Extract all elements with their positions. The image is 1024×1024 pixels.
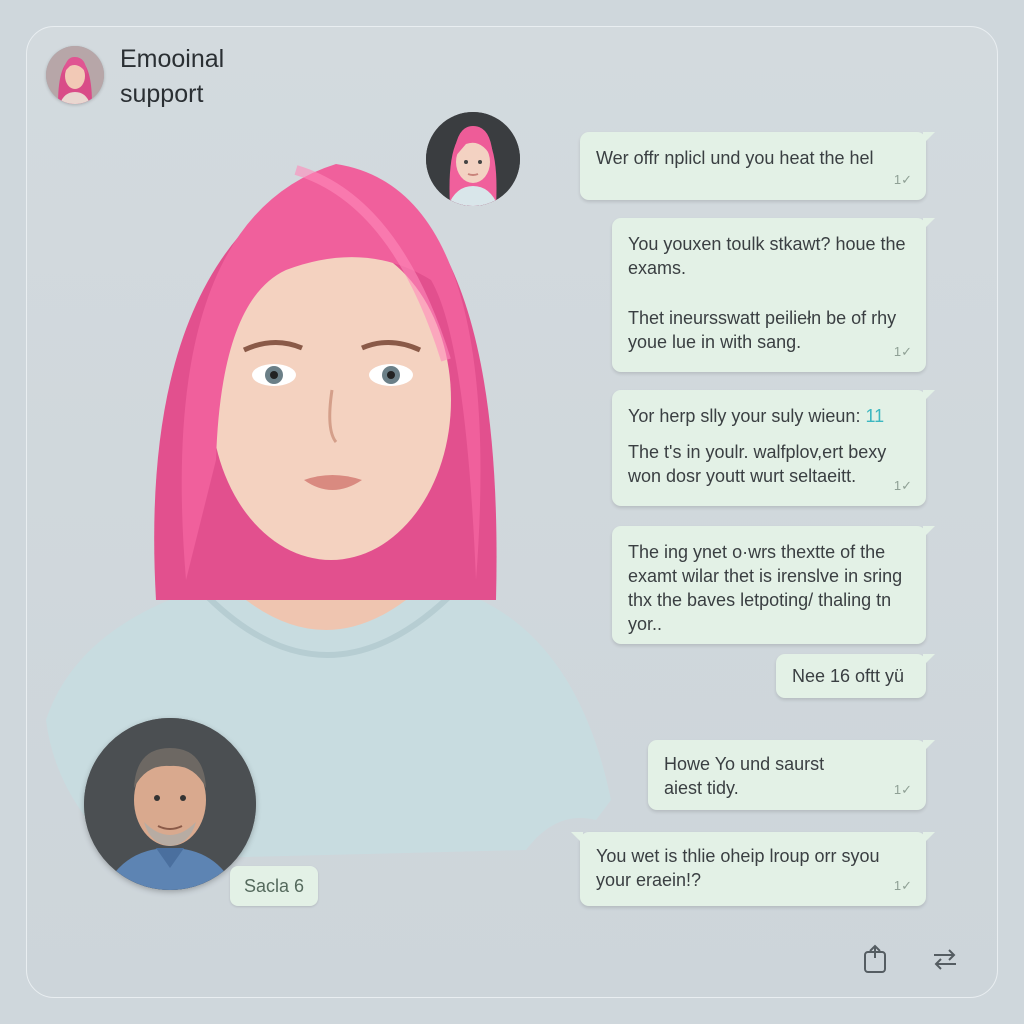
message-text: Nee 16 oftt yü	[792, 666, 905, 686]
message-text: Thet ineursswatt peiliełn be of rhy youe…	[628, 308, 897, 352]
message-bubble-7[interactable]: You wet is thlie oheip lroup orr syou yo…	[571, 832, 935, 906]
message-text: Wer offr nplicl und you heat the hel	[596, 148, 874, 168]
contact-name-chip[interactable]: Sacla 6	[230, 866, 319, 906]
message-text: The ing ynet o·wrs thextte of the examt …	[628, 542, 903, 634]
share-icon[interactable]	[858, 942, 892, 976]
message-text: You youxen toulk stkawt? houe the exams.	[628, 234, 906, 278]
contact-avatar[interactable]	[84, 718, 256, 890]
swap-icon[interactable]	[928, 942, 962, 976]
message-text: Howe Yo und saurst aiest tidy.	[664, 754, 825, 798]
message-text: You wet is thlie oheip lroup orr syou yo…	[596, 846, 880, 890]
page-title: Emooinal support	[120, 45, 225, 108]
read-receipt: 1✓	[893, 344, 912, 359]
message-bubble-1[interactable]: Wer offr nplicl und you heat the hel 1✓	[580, 132, 935, 200]
read-receipt: 1✓	[893, 478, 912, 493]
message-bubble-5[interactable]: Nee 16 oftt yü	[776, 654, 935, 698]
read-receipt: 1✓	[893, 172, 912, 187]
message-badge: 11	[865, 406, 885, 426]
profile-avatar[interactable]	[46, 46, 104, 104]
read-receipt: 1✓	[893, 782, 912, 797]
message-text: The t's in youlr. walfplov,ert bexy won …	[628, 442, 887, 486]
message-bubble-2[interactable]: You youxen toulk stkawt? houe the exams.…	[612, 218, 935, 372]
message-bubble-3[interactable]: Yor herp slly your suly wieun: 11 The t'…	[612, 390, 935, 506]
message-bubble-6[interactable]: Howe Yo und saurst aiest tidy. 1✓	[648, 740, 935, 810]
read-receipt: 1✓	[893, 878, 912, 893]
message-bubble-4[interactable]: The ing ynet o·wrs thextte of the examt …	[612, 526, 935, 644]
message-text: Yor herp slly your suly wieun:	[628, 406, 861, 426]
